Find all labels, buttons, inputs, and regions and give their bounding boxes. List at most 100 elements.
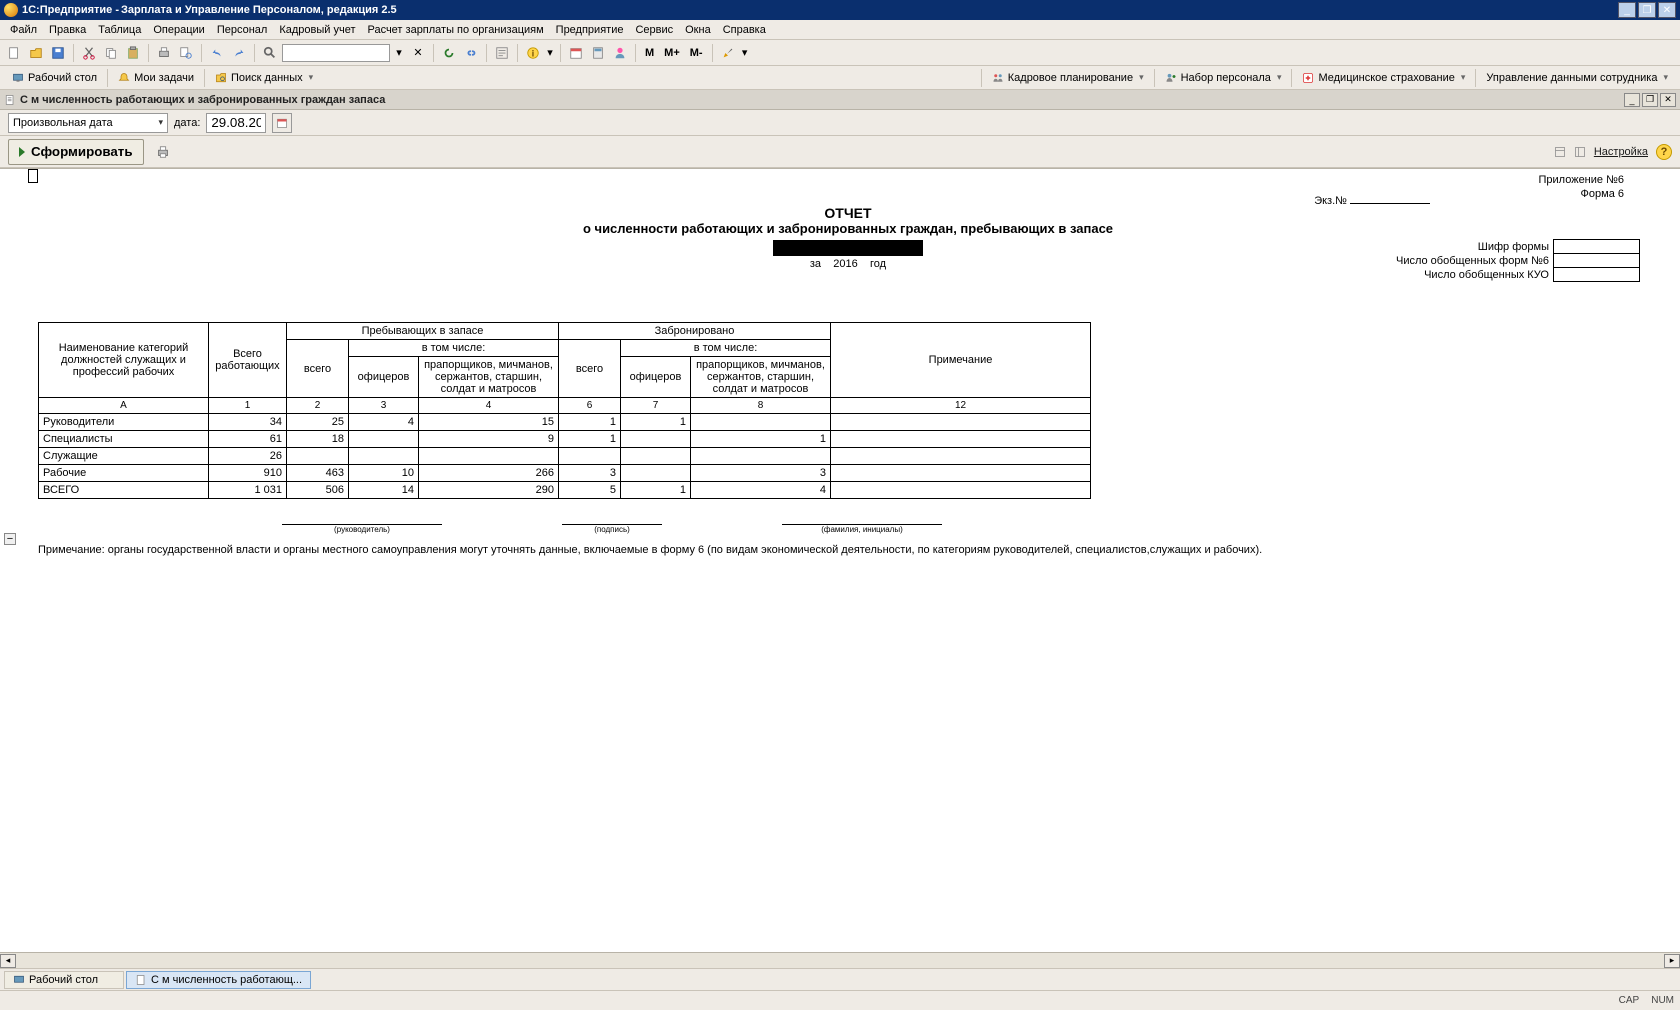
chevron-down-icon: ▾ [1663,72,1668,83]
col-total: Всего работающих [209,323,287,398]
nav-data-search-label: Поиск данных [231,72,303,84]
report-area: − Приложение №6 Форма 6 Экз.№ ОТЧЕТ о чи… [0,168,1680,952]
nav-emp-data[interactable]: Управление данными сотрудника ▾ [1478,68,1676,88]
form-button[interactable]: Сформировать [8,139,144,165]
chevron-down-icon: ▾ [309,72,314,83]
m-button[interactable]: M [641,43,658,63]
meta-forms6-value[interactable] [1554,254,1640,268]
doc-restore-button[interactable]: ❐ [1642,93,1658,107]
scroll-right-button[interactable]: ▸ [1664,954,1680,968]
meta-kuo-value[interactable] [1554,268,1640,282]
info-dropdown[interactable]: ▾ [545,43,555,63]
print-icon[interactable] [154,43,174,63]
nav-med-insure[interactable]: Медицинское страхование ▾ [1294,68,1473,88]
chevron-down-icon: ▾ [1277,72,1282,83]
people-icon [992,72,1004,84]
col-cat: Наименование категорий должностей служащ… [39,323,209,398]
footnote: Примечание: органы государственной власт… [38,544,1658,556]
col-reserve-all: всего [287,340,349,398]
settings-link[interactable]: Настройка [1594,146,1648,158]
brush-icon[interactable] [718,43,738,63]
search-icon[interactable] [260,43,280,63]
new-icon[interactable] [4,43,24,63]
nav-desktop[interactable]: Рабочий стол [4,68,105,88]
table-row: Специалисты6118911 [39,431,1091,448]
meta-code-value[interactable] [1554,240,1640,254]
calendar-button[interactable] [272,113,292,133]
minimize-button[interactable]: _ [1618,2,1636,18]
svg-text:i: i [532,48,534,58]
cut-icon[interactable] [79,43,99,63]
paste-icon[interactable] [123,43,143,63]
refresh-icon[interactable] [439,43,459,63]
calendar-icon [276,117,288,129]
menu-personnel[interactable]: Персонал [211,24,274,36]
print-button[interactable] [152,141,174,163]
redo-icon[interactable] [229,43,249,63]
nav-kadr-plan[interactable]: Кадровое планирование ▾ [984,68,1152,88]
play-icon [19,147,25,157]
menu-service[interactable]: Сервис [629,24,679,36]
info-icon[interactable]: i [523,43,543,63]
menu-help[interactable]: Справка [717,24,772,36]
doc-minimize-button[interactable]: _ [1624,93,1640,107]
copy-icon[interactable] [101,43,121,63]
help-icon[interactable]: ? [1656,144,1672,160]
nav-recruit-label: Набор персонала [1181,72,1271,84]
panel-icon-1[interactable] [1554,146,1566,158]
brush-dropdown[interactable]: ▾ [740,43,750,63]
nav-recruit[interactable]: Набор персонала ▾ [1157,68,1290,88]
title-bar: 1С:Предприятие - Зарплата и Управление П… [0,0,1680,20]
save-icon[interactable] [48,43,68,63]
menu-table[interactable]: Таблица [92,24,147,36]
table-row: Рабочие9104631026633 [39,465,1091,482]
preview-icon[interactable] [176,43,196,63]
menu-payroll[interactable]: Расчет зарплаты по организациям [361,24,549,36]
document-title: С м численность работающих и забронирова… [20,94,385,106]
person-icon[interactable] [610,43,630,63]
period-combo-label: Произвольная дата [13,117,113,129]
meta-forms6-label: Число обобщенных форм №6 [1392,254,1554,268]
open-icon[interactable] [26,43,46,63]
menu-operations[interactable]: Операции [147,24,210,36]
calendar-icon[interactable] [566,43,586,63]
menu-enterprise[interactable]: Предприятие [550,24,630,36]
link-icon[interactable] [461,43,481,63]
task-desktop[interactable]: Рабочий стол [4,971,124,989]
fold-handle[interactable]: − [4,533,16,545]
nav-data-search[interactable]: Поиск данных ▾ [207,68,321,88]
doc-icon [135,974,147,986]
nav-bar: Рабочий стол Мои задачи Поиск данных ▾ К… [0,66,1680,90]
calc-icon[interactable] [588,43,608,63]
date-input[interactable] [206,113,266,133]
doc-close-button[interactable]: ✕ [1660,93,1676,107]
task-current-doc[interactable]: С м численность работающ... [126,971,311,989]
search-dropdown[interactable]: ▾ [392,43,406,63]
undo-icon[interactable] [207,43,227,63]
menu-kadr[interactable]: Кадровый учет [273,24,361,36]
m-minus-button[interactable]: M- [686,43,707,63]
menu-edit[interactable]: Правка [43,24,92,36]
status-bar: CAP NUM [0,990,1680,1010]
close-button[interactable]: ✕ [1658,2,1676,18]
h-scrollbar[interactable]: ◂ ▸ [0,952,1680,968]
header-meta-grid: Шифр формы Число обобщенных форм №6 Числ… [1392,239,1640,282]
signature-row: (руководитель) (подпись) (фамилия, иници… [282,523,1664,534]
document-tab-bar: С м численность работающих и забронирова… [0,90,1680,110]
table-row: Руководители342541511 [39,414,1091,431]
medical-icon [1302,72,1314,84]
m-plus-button[interactable]: M+ [660,43,684,63]
props-icon[interactable] [492,43,512,63]
nav-my-tasks[interactable]: Мои задачи [110,68,202,88]
scroll-left-button[interactable]: ◂ [0,954,16,968]
search-input[interactable] [282,44,390,62]
restore-button[interactable]: ❐ [1638,2,1656,18]
panel-icon-2[interactable] [1574,146,1586,158]
period-combo[interactable]: Произвольная дата ▾ [8,113,168,133]
search-clear-icon[interactable]: ✕ [408,43,428,63]
col-booked-ranks: прапорщиков, мичманов, сержантов, старши… [691,357,831,398]
meta-code-label: Шифр формы [1392,240,1554,254]
folder-search-icon [215,72,227,84]
menu-file[interactable]: Файл [4,24,43,36]
menu-windows[interactable]: Окна [679,24,717,36]
